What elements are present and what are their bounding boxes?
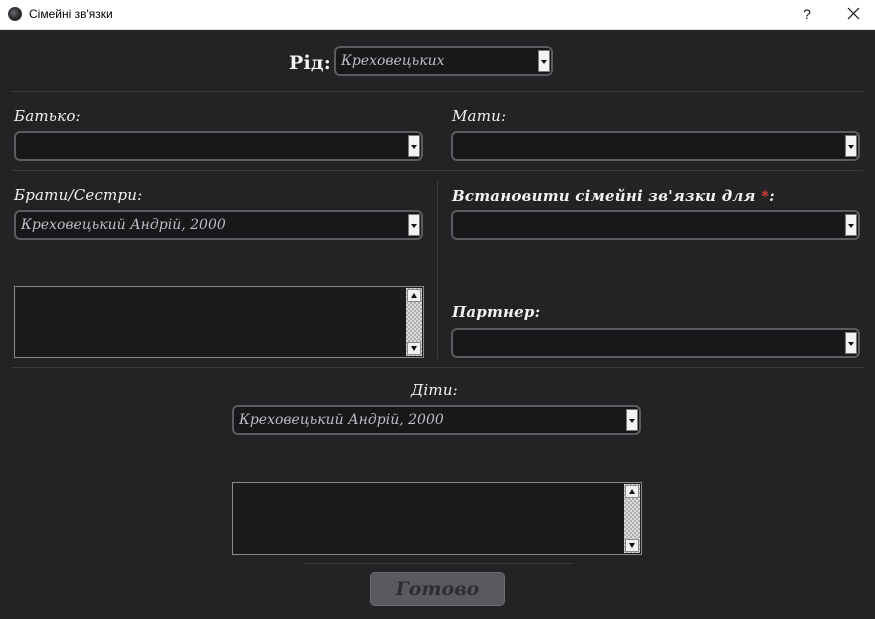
siblings-label: Брати/Сестри:: [14, 186, 143, 204]
chevron-down-icon[interactable]: [538, 50, 550, 72]
mother-select[interactable]: [451, 131, 860, 161]
scroll-up-icon[interactable]: [407, 289, 421, 302]
target-person-label-suffix: :: [769, 187, 775, 205]
chevron-down-icon[interactable]: [845, 135, 857, 157]
scrollbar[interactable]: [406, 288, 422, 356]
mother-label: Мати:: [452, 107, 507, 125]
clan-label: Рід:: [289, 52, 331, 74]
divider: [12, 170, 863, 171]
window-title: Сімейні зв'язки: [29, 7, 113, 21]
target-person-label-text: Встановити сімейні зв'язки для: [452, 187, 756, 205]
close-button[interactable]: [836, 1, 870, 27]
divider: [12, 367, 863, 368]
father-label: Батько:: [14, 107, 81, 125]
chevron-down-icon[interactable]: [626, 409, 638, 431]
clan-select-value: Креховецьких: [341, 53, 445, 69]
scrollbar[interactable]: [624, 484, 640, 553]
chevron-down-icon[interactable]: [408, 214, 420, 236]
children-label: Діти:: [411, 381, 458, 399]
chevron-down-icon[interactable]: [845, 332, 857, 354]
partner-label: Партнер:: [452, 303, 541, 321]
done-button[interactable]: Готово: [370, 572, 505, 606]
chevron-down-icon[interactable]: [845, 214, 857, 236]
siblings-select-value: Креховецький Андрій, 2000: [21, 217, 226, 233]
scroll-down-icon[interactable]: [625, 539, 639, 552]
father-select[interactable]: [14, 131, 423, 161]
chevron-down-icon[interactable]: [408, 135, 420, 157]
divider: [12, 91, 863, 92]
help-button[interactable]: ?: [797, 3, 817, 25]
target-person-label: Встановити сімейні зв'язки для *:: [452, 187, 775, 205]
title-bar: Сімейні зв'язки ?: [0, 0, 875, 30]
target-person-select[interactable]: [451, 210, 860, 240]
vertical-divider: [437, 181, 438, 359]
siblings-list[interactable]: [14, 286, 424, 358]
family-relations-window: Сімейні зв'язки ? Рід: Креховецьких Бать…: [0, 0, 875, 619]
children-select-value: Креховецький Андрій, 2000: [239, 412, 444, 428]
divider: [304, 563, 572, 564]
scroll-down-icon[interactable]: [407, 342, 421, 355]
siblings-select[interactable]: Креховецький Андрій, 2000: [14, 210, 423, 240]
clan-select[interactable]: Креховецьких: [334, 46, 553, 76]
children-select[interactable]: Креховецький Андрій, 2000: [232, 405, 641, 435]
app-icon: [8, 7, 22, 21]
scroll-up-icon[interactable]: [625, 485, 639, 498]
partner-select[interactable]: [451, 328, 860, 358]
children-list[interactable]: [232, 482, 642, 555]
required-mark: *: [761, 187, 770, 205]
close-icon: [847, 7, 859, 20]
